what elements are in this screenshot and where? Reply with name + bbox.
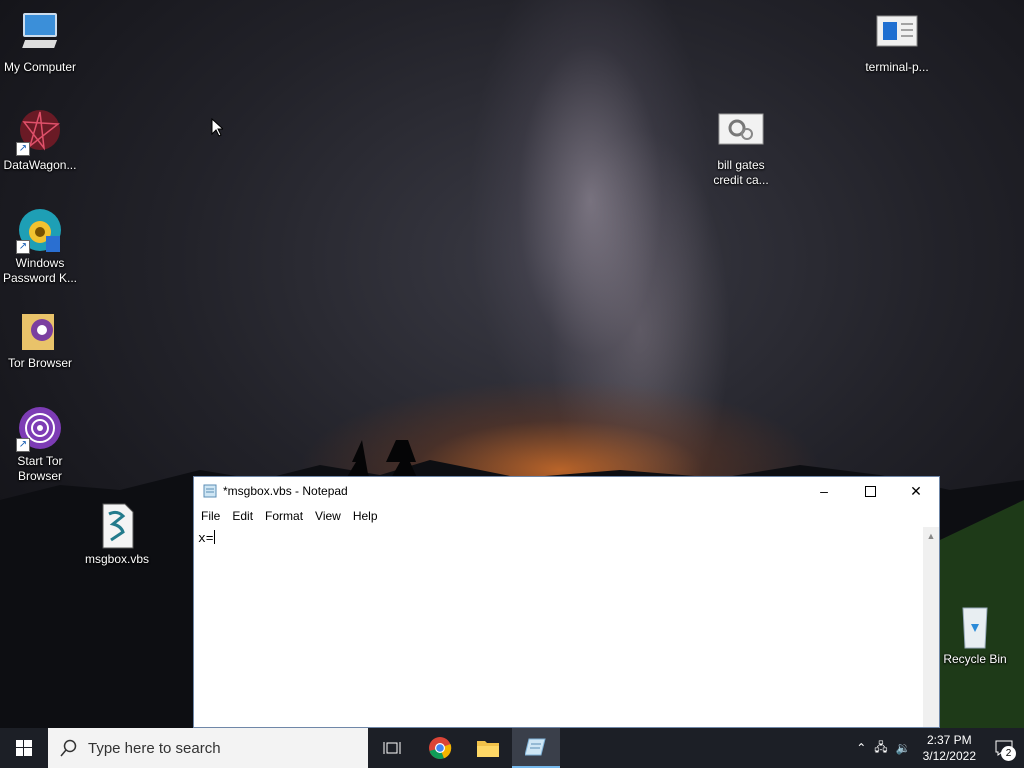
desktop-icon-label: DataWagon...	[3, 158, 77, 172]
desktop-icon-start-tor-browser[interactable]: ↗ Start Tor Browser	[0, 404, 80, 484]
vertical-scrollbar[interactable]: ▲	[923, 527, 939, 727]
system-tray: ⌃ 🖧 🔉 2:37 PM 3/12/2022 2	[852, 728, 1024, 768]
menu-edit[interactable]: Edit	[226, 509, 259, 523]
desktop-icon-tor-browser-folder[interactable]: Tor Browser	[0, 306, 80, 371]
shortcut-arrow-icon: ↗	[16, 438, 30, 452]
taskbar: Type here to search ⌃ 🖧 🔉 2:37 PM 3/12/2…	[0, 728, 1024, 768]
clock-time: 2:37 PM	[926, 733, 972, 747]
task-view-button[interactable]	[368, 728, 416, 768]
window-title: *msgbox.vbs - Notepad	[223, 484, 348, 498]
action-center-button[interactable]: 2	[984, 728, 1024, 768]
taskbar-notepad[interactable]	[512, 728, 560, 768]
text-editor[interactable]: x=	[194, 527, 923, 727]
mouse-cursor-icon	[211, 118, 223, 137]
desktop-icon-label: Start Tor Browser	[17, 454, 63, 483]
settings-file-icon	[717, 108, 765, 156]
network-icon[interactable]: 🖧	[870, 738, 891, 759]
password-key-icon: ↗	[16, 206, 64, 254]
desktop-icon-my-computer[interactable]: My Computer	[0, 10, 80, 75]
task-view-icon	[383, 742, 401, 754]
taskbar-file-explorer[interactable]	[464, 728, 512, 768]
notepad-window[interactable]: *msgbox.vbs - Notepad – ✕ File Edit Form…	[193, 476, 940, 728]
tor-browser-icon: ↗	[16, 404, 64, 452]
volume-icon[interactable]: 🔉	[892, 741, 915, 755]
desktop-icon-label: msgbox.vbs	[84, 552, 150, 566]
maximize-button[interactable]	[847, 477, 893, 505]
menu-bar: File Edit Format View Help	[194, 505, 939, 527]
search-placeholder: Type here to search	[88, 739, 221, 757]
menu-help[interactable]: Help	[347, 509, 384, 523]
minimize-button[interactable]: –	[801, 477, 847, 505]
menu-view[interactable]: View	[309, 509, 347, 523]
close-icon: ✕	[910, 482, 922, 499]
scroll-up-icon[interactable]: ▲	[923, 531, 939, 541]
folder-icon	[477, 741, 499, 757]
desktop-icon-label: bill gates credit ca...	[713, 158, 769, 187]
script-file-icon	[93, 502, 141, 550]
close-button[interactable]: ✕	[893, 477, 939, 505]
desktop-icon-label: My Computer	[3, 60, 77, 74]
recycle-bin-icon	[951, 602, 999, 650]
menu-format[interactable]: Format	[259, 509, 309, 523]
desktop-icon-datawagon[interactable]: ↗ DataWagon...	[0, 108, 80, 173]
folder-icon	[16, 306, 64, 354]
document-icon	[873, 10, 921, 58]
shortcut-arrow-icon: ↗	[16, 240, 30, 254]
notepad-titlebar[interactable]: *msgbox.vbs - Notepad – ✕	[194, 477, 939, 505]
menu-file[interactable]: File	[195, 509, 226, 523]
desktop-icon-label: Tor Browser	[7, 356, 72, 370]
editor-content: x=	[198, 531, 214, 546]
desktop-icon-msgbox-vbs[interactable]: msgbox.vbs	[77, 502, 157, 567]
chrome-icon	[429, 737, 452, 760]
minimize-icon: –	[820, 483, 828, 499]
taskbar-chrome[interactable]	[416, 728, 464, 768]
desktop-icon-terminal[interactable]: terminal-p...	[857, 10, 937, 75]
shortcut-arrow-icon: ↗	[16, 142, 30, 156]
start-button[interactable]	[0, 728, 48, 768]
desktop-icon-label: Windows Password K...	[2, 256, 78, 285]
datawagon-icon: ↗	[16, 108, 64, 156]
notepad-icon	[203, 484, 217, 498]
desktop-icon-bill-gates-credit-card[interactable]: bill gates credit ca...	[701, 108, 781, 188]
taskbar-search-box[interactable]: Type here to search	[48, 728, 368, 768]
clock[interactable]: 2:37 PM 3/12/2022	[915, 732, 984, 764]
clock-date: 3/12/2022	[922, 749, 976, 763]
notification-badge: 2	[1001, 746, 1016, 761]
windows-logo-icon	[16, 740, 32, 756]
desktop-icon-label: Recycle Bin	[943, 652, 1007, 666]
notepad-icon	[525, 738, 546, 756]
chevron-up-icon[interactable]: ⌃	[852, 741, 870, 755]
text-caret	[213, 530, 215, 544]
desktop-icon-windows-password-kit[interactable]: ↗ Windows Password K...	[0, 206, 80, 286]
maximize-icon	[864, 485, 876, 497]
desktop-icon-label: terminal-p...	[865, 60, 929, 74]
computer-icon	[16, 10, 64, 58]
desktop-icon-recycle-bin[interactable]: Recycle Bin	[935, 602, 1015, 667]
search-icon	[60, 739, 77, 757]
